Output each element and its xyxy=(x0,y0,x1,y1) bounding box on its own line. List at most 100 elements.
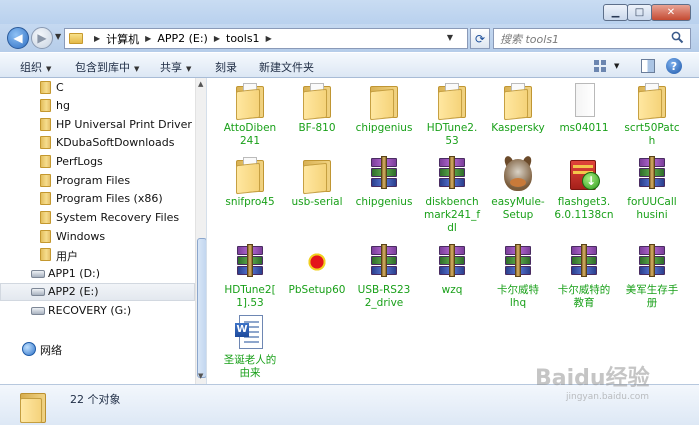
view-options-dropdown[interactable]: ▼ xyxy=(614,57,619,75)
file-item[interactable]: chipgenius xyxy=(351,156,417,209)
pbsetup-icon xyxy=(301,244,333,282)
folder-icon xyxy=(40,99,51,112)
winrar-icon xyxy=(368,244,400,282)
nav-item-app2-drive[interactable]: APP2 (E:) xyxy=(0,283,195,301)
new-folder-button[interactable]: 新建文件夹 xyxy=(259,59,314,75)
network-icon xyxy=(22,342,36,356)
item-count: 22 个对象 xyxy=(70,393,121,406)
chevron-down-icon: ▼ xyxy=(46,65,52,73)
address-bar[interactable]: ▶ 计算机 ▶ APP2 (E:) ▶ tools1 ▶ ▼ xyxy=(64,28,468,49)
file-item[interactable]: HDTune2. 53 xyxy=(419,82,485,148)
search-icon[interactable] xyxy=(671,31,684,44)
file-item[interactable]: 卡尔威特的 教育 xyxy=(551,244,617,310)
include-in-library-menu[interactable]: 包含到库中 ▼ xyxy=(75,59,139,75)
refresh-button[interactable]: ⟳ xyxy=(470,28,490,49)
recent-pages-dropdown[interactable]: ▼ xyxy=(55,32,61,41)
watermark-logo: Baidu经验 xyxy=(535,366,650,391)
winrar-icon xyxy=(502,244,534,282)
breadcrumb-app2[interactable]: APP2 (E:) xyxy=(157,32,208,45)
nav-item-users[interactable]: 用户 xyxy=(0,246,195,264)
nav-item-kdubasoftdownloads[interactable]: KDubaSoftDownloads xyxy=(0,134,195,152)
file-item[interactable]: AttoDiben 241 xyxy=(217,82,283,148)
folder-icon xyxy=(40,81,51,94)
scroll-up-icon[interactable]: ▲ xyxy=(198,80,203,88)
nav-item-program-files-x86[interactable]: Program Files (x86) xyxy=(0,190,195,208)
file-item[interactable]: HDTune2[1].53 xyxy=(217,244,283,310)
nav-item-windows[interactable]: Windows xyxy=(0,228,195,246)
nav-item-hp-universal-print-driver[interactable]: HP Universal Print Driver xyxy=(0,116,195,134)
nav-item-network[interactable]: 网络 xyxy=(0,340,195,358)
share-menu[interactable]: 共享 ▼ xyxy=(160,59,191,75)
file-item[interactable]: USB-RS23 2_drive xyxy=(351,244,417,310)
file-item[interactable]: PbSetup60 xyxy=(284,244,350,297)
file-item[interactable]: easyMule- Setup xyxy=(485,154,551,222)
drive-icon xyxy=(31,288,45,296)
preview-pane-icon[interactable] xyxy=(641,59,655,73)
folder-icon xyxy=(40,192,51,205)
minimize-button[interactable]: ▁ xyxy=(603,4,628,21)
file-item[interactable]: usb-serial xyxy=(284,156,350,209)
winrar-icon xyxy=(368,156,400,194)
file-item[interactable]: 卡尔威特 lhq xyxy=(485,244,551,310)
file-item[interactable]: chipgenius xyxy=(351,82,417,135)
folder-icon xyxy=(234,82,266,121)
winrar-icon xyxy=(436,244,468,282)
file-item[interactable]: wzq xyxy=(419,244,485,297)
chevron-right-icon[interactable]: ▶ xyxy=(266,34,272,43)
nav-item-app1-drive[interactable]: APP1 (D:) xyxy=(0,265,195,283)
file-item[interactable]: 美军生存手册 xyxy=(619,244,685,310)
nav-scrollbar[interactable]: ▲ ▼ xyxy=(195,78,206,384)
folder-icon xyxy=(40,230,51,243)
folder-icon xyxy=(40,174,51,187)
breadcrumb-computer[interactable]: 计算机 xyxy=(106,31,139,47)
search-input[interactable]: 搜索 tools1 xyxy=(493,28,691,49)
file-item[interactable]: Kaspersky xyxy=(485,82,551,135)
file-item[interactable]: BF-810 xyxy=(284,82,350,135)
file-item[interactable]: ↓ flashget3. 6.0.1138cn xyxy=(551,156,617,222)
command-bar: 组织 ▼ 包含到库中 ▼ 共享 ▼ 刻录 新建文件夹 ▼ ? xyxy=(0,52,699,78)
folder-icon xyxy=(502,82,534,121)
file-item[interactable]: snifpro45 xyxy=(217,156,283,209)
chevron-right-icon[interactable]: ▶ xyxy=(145,34,151,43)
caption-buttons: ▁ □ ✕ xyxy=(603,4,691,21)
folder-icon xyxy=(40,248,51,261)
file-item[interactable]: W 圣诞老人的 由来 xyxy=(217,314,283,380)
nav-item-system-recovery-files[interactable]: System Recovery Files xyxy=(0,209,195,227)
organize-menu[interactable]: 组织 ▼ xyxy=(20,59,51,75)
navigation-pane: C hg HP Universal Print Driver KDubaSoft… xyxy=(0,78,207,384)
folder-icon xyxy=(234,156,266,195)
file-list: AttoDiben 241 BF-810 chipgenius HDTune2. 5… xyxy=(208,78,699,384)
change-view-icon[interactable] xyxy=(593,57,607,75)
burn-button[interactable]: 刻录 xyxy=(215,59,237,75)
forward-button[interactable]: ▶ xyxy=(31,27,53,49)
folder-icon xyxy=(40,118,51,131)
help-icon[interactable]: ? xyxy=(666,58,682,74)
file-item[interactable]: forUUCall husini xyxy=(619,156,685,222)
chevron-right-icon[interactable]: ▶ xyxy=(94,34,100,43)
watermark-url: jingyan.baidu.com xyxy=(566,392,650,402)
winrar-icon xyxy=(436,156,468,194)
nav-item-perflogs[interactable]: PerfLogs xyxy=(0,153,195,171)
breadcrumb-tools1[interactable]: tools1 xyxy=(226,32,260,45)
file-item[interactable]: diskbench mark241_f dl xyxy=(419,156,485,235)
nav-item-c[interactable]: C xyxy=(0,79,195,97)
folder-icon xyxy=(20,389,48,423)
nav-item-recovery-drive[interactable]: RECOVERY (G:) xyxy=(0,302,195,320)
file-item[interactable]: scrt50Patc h xyxy=(619,82,685,148)
scroll-thumb[interactable] xyxy=(197,238,206,378)
chevron-right-icon[interactable]: ▶ xyxy=(214,34,220,43)
winrar-icon xyxy=(636,156,668,194)
maximize-button[interactable]: □ xyxy=(627,4,652,21)
nav-item-hg[interactable]: hg xyxy=(0,97,195,115)
title-bar: ▁ □ ✕ xyxy=(0,0,699,24)
back-button[interactable]: ◀ xyxy=(7,27,29,49)
winrar-icon xyxy=(568,244,600,282)
close-button[interactable]: ✕ xyxy=(651,4,691,21)
drive-icon xyxy=(31,307,45,315)
address-dropdown-icon[interactable]: ▼ xyxy=(447,33,453,42)
file-item[interactable]: ms04011 xyxy=(551,82,617,135)
chevron-down-icon: ▼ xyxy=(134,65,140,73)
nav-item-program-files[interactable]: Program Files xyxy=(0,172,195,190)
folder-icon xyxy=(368,82,400,121)
scroll-down-icon[interactable]: ▼ xyxy=(198,372,203,380)
